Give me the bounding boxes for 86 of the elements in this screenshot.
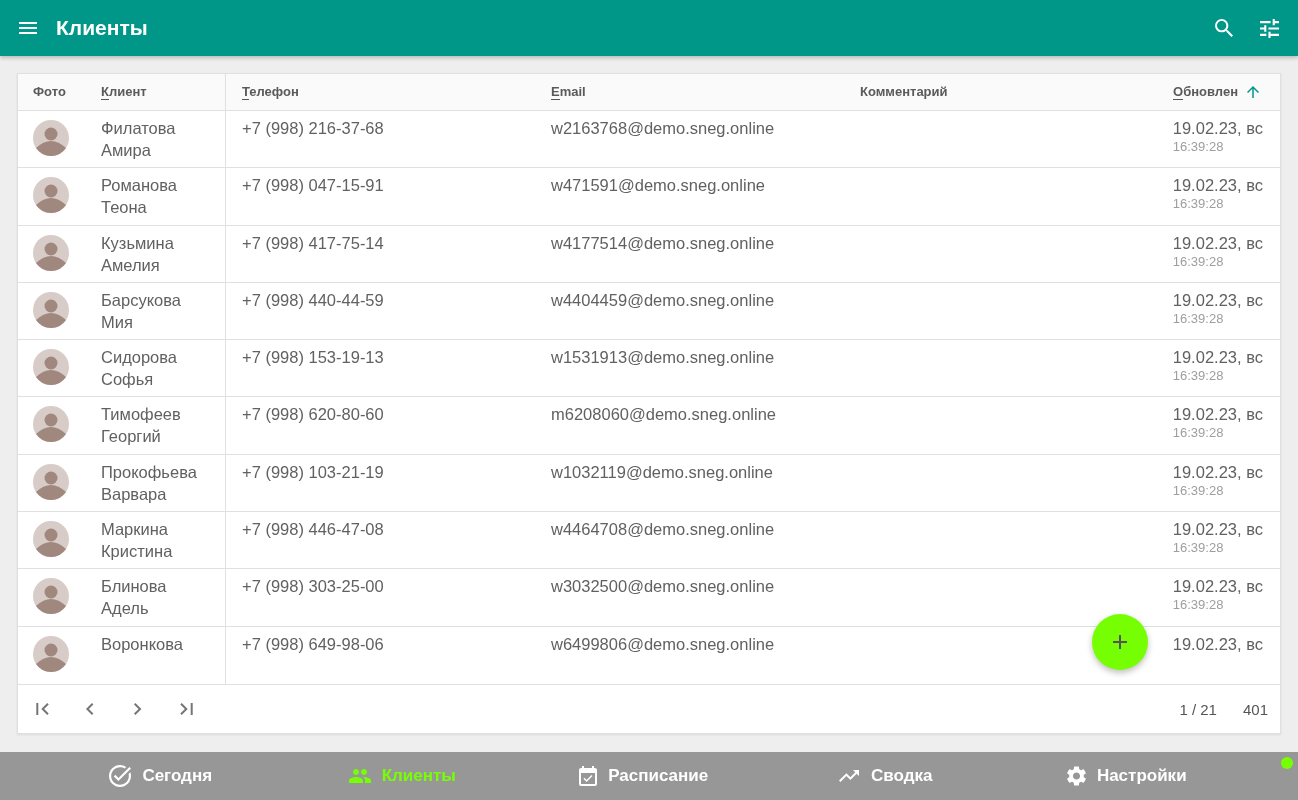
updated-date: 19.02.23, вс — [1172, 576, 1263, 598]
avatar-icon — [33, 177, 69, 214]
avatar-icon — [33, 521, 69, 558]
updated-date: 19.02.23, вс — [1172, 118, 1263, 139]
arrow-up-icon[interactable] — [1247, 86, 1259, 98]
phone-number: +7 (998) 440-44-59 — [242, 290, 384, 309]
updated-time: 16:39:28 — [1172, 253, 1224, 270]
avatar-icon — [33, 635, 69, 672]
email-address: w471591@demo.sneg.online — [551, 176, 765, 195]
total-count: 401 — [1242, 700, 1268, 718]
column-header[interactable]: Клиент — [101, 84, 147, 100]
menu-icon[interactable] — [19, 22, 37, 34]
column-header[interactable]: Телефон — [242, 84, 299, 100]
email-address: w4464708@demo.sneg.online — [551, 520, 775, 539]
client-name: Прокофьева Варвара — [101, 461, 197, 505]
phone-number: +7 (998) 446-47-08 — [242, 520, 384, 539]
avatar-icon — [33, 578, 69, 615]
first-page-icon[interactable] — [35, 703, 49, 715]
avatar-icon — [33, 406, 69, 443]
phone-number: +7 (998) 649-98-06 — [242, 634, 384, 653]
calendar-check-icon[interactable] — [579, 766, 598, 786]
updated-time: 16:39:28 — [1172, 139, 1224, 155]
client-name: Маркина Кристина — [101, 519, 173, 563]
email-address: w6499806@demo.sneg.online — [551, 634, 775, 653]
avatar-icon — [33, 120, 69, 156]
client-name: Кузьмина Амелия — [101, 232, 174, 276]
bottom-nav-item[interactable]: Клиенты — [346, 752, 458, 800]
client-name: Романова Теона — [101, 175, 178, 219]
client-name: Филатова Амира — [101, 118, 176, 161]
people-icon[interactable] — [348, 769, 371, 783]
column-header[interactable]: Обновлен — [1173, 84, 1238, 100]
page-indicator: 1 / 21 — [1179, 700, 1217, 718]
chevron-left-icon[interactable] — [86, 703, 94, 715]
updated-time: 16:39:28 — [1172, 425, 1224, 442]
avatar-icon — [33, 234, 69, 271]
email-address: w2163768@demo.sneg.online — [551, 119, 775, 137]
updated-date: 19.02.23, вс — [1172, 633, 1263, 655]
settings-icon[interactable] — [1066, 766, 1086, 786]
phone-number: +7 (998) 620-80-60 — [242, 405, 384, 424]
updated-date: 19.02.23, вс — [1172, 461, 1263, 483]
updated-date: 19.02.23, вс — [1172, 175, 1263, 197]
updated-date: 19.02.23, вс — [1172, 232, 1263, 254]
updated-time: 16:39:28 — [1172, 482, 1224, 499]
bottom-nav-item[interactable]: Расписание — [577, 752, 711, 800]
column-header: Комментарий — [860, 84, 948, 100]
updated-date: 19.02.23, вс — [1172, 519, 1263, 541]
bottom-nav-item[interactable]: Сводка — [836, 752, 935, 800]
email-address: w4177514@demo.sneg.online — [551, 233, 775, 252]
sliders-icon[interactable] — [1260, 18, 1279, 38]
updated-time: 16:39:28 — [1172, 368, 1224, 385]
trend-line-icon[interactable] — [838, 770, 861, 782]
phone-number: +7 (998) 047-15-91 — [242, 176, 384, 195]
email-address: w1032119@demo.sneg.online — [551, 462, 773, 481]
phone-number: +7 (998) 216-37-68 — [242, 119, 384, 137]
bottom-nav-item[interactable]: Сегодня — [107, 752, 215, 800]
column-header[interactable]: Email — [551, 84, 586, 100]
avatar-icon — [33, 349, 69, 386]
last-page-icon[interactable] — [179, 703, 193, 715]
email-address: w4404459@demo.sneg.online — [551, 290, 775, 309]
updated-time: 16:39:28 — [1172, 196, 1224, 213]
client-name: Сидорова Софья — [101, 347, 178, 391]
phone-number: +7 (998) 153-19-13 — [242, 348, 384, 367]
client-name: Тимофеев Георгий — [101, 404, 181, 448]
updated-time: 16:39:28 — [1172, 310, 1224, 327]
client-name: Блинова Адель — [101, 576, 167, 620]
email-address: w3032500@demo.sneg.online — [551, 577, 775, 596]
column-header: Фото — [33, 84, 66, 100]
updated-date: 19.02.23, вс — [1172, 347, 1263, 369]
bottom-nav-item[interactable]: Настройки — [1064, 752, 1189, 800]
avatar-icon — [33, 463, 69, 500]
email-address: w1531913@demo.sneg.online — [551, 348, 775, 367]
phone-number: +7 (998) 103-21-19 — [242, 462, 384, 481]
plus-icon[interactable] — [1113, 635, 1127, 649]
updated-date: 19.02.23, вс — [1172, 404, 1263, 426]
avatar-icon — [33, 291, 69, 328]
updated-time: 16:39:28 — [1172, 597, 1224, 614]
phone-number: +7 (998) 417-75-14 — [242, 233, 384, 252]
updated-time: 16:39:28 — [1172, 540, 1224, 557]
client-name: Воронкова — [101, 633, 183, 655]
app-title: Клиенты — [56, 15, 148, 41]
chevron-right-icon[interactable] — [134, 703, 142, 715]
client-name: Барсукова Мия — [101, 289, 182, 333]
phone-number: +7 (998) 303-25-00 — [242, 577, 384, 596]
search-icon[interactable] — [1215, 19, 1233, 37]
updated-date: 19.02.23, вс — [1172, 289, 1263, 311]
email-address: m6208060@demo.sneg.online — [551, 405, 776, 424]
